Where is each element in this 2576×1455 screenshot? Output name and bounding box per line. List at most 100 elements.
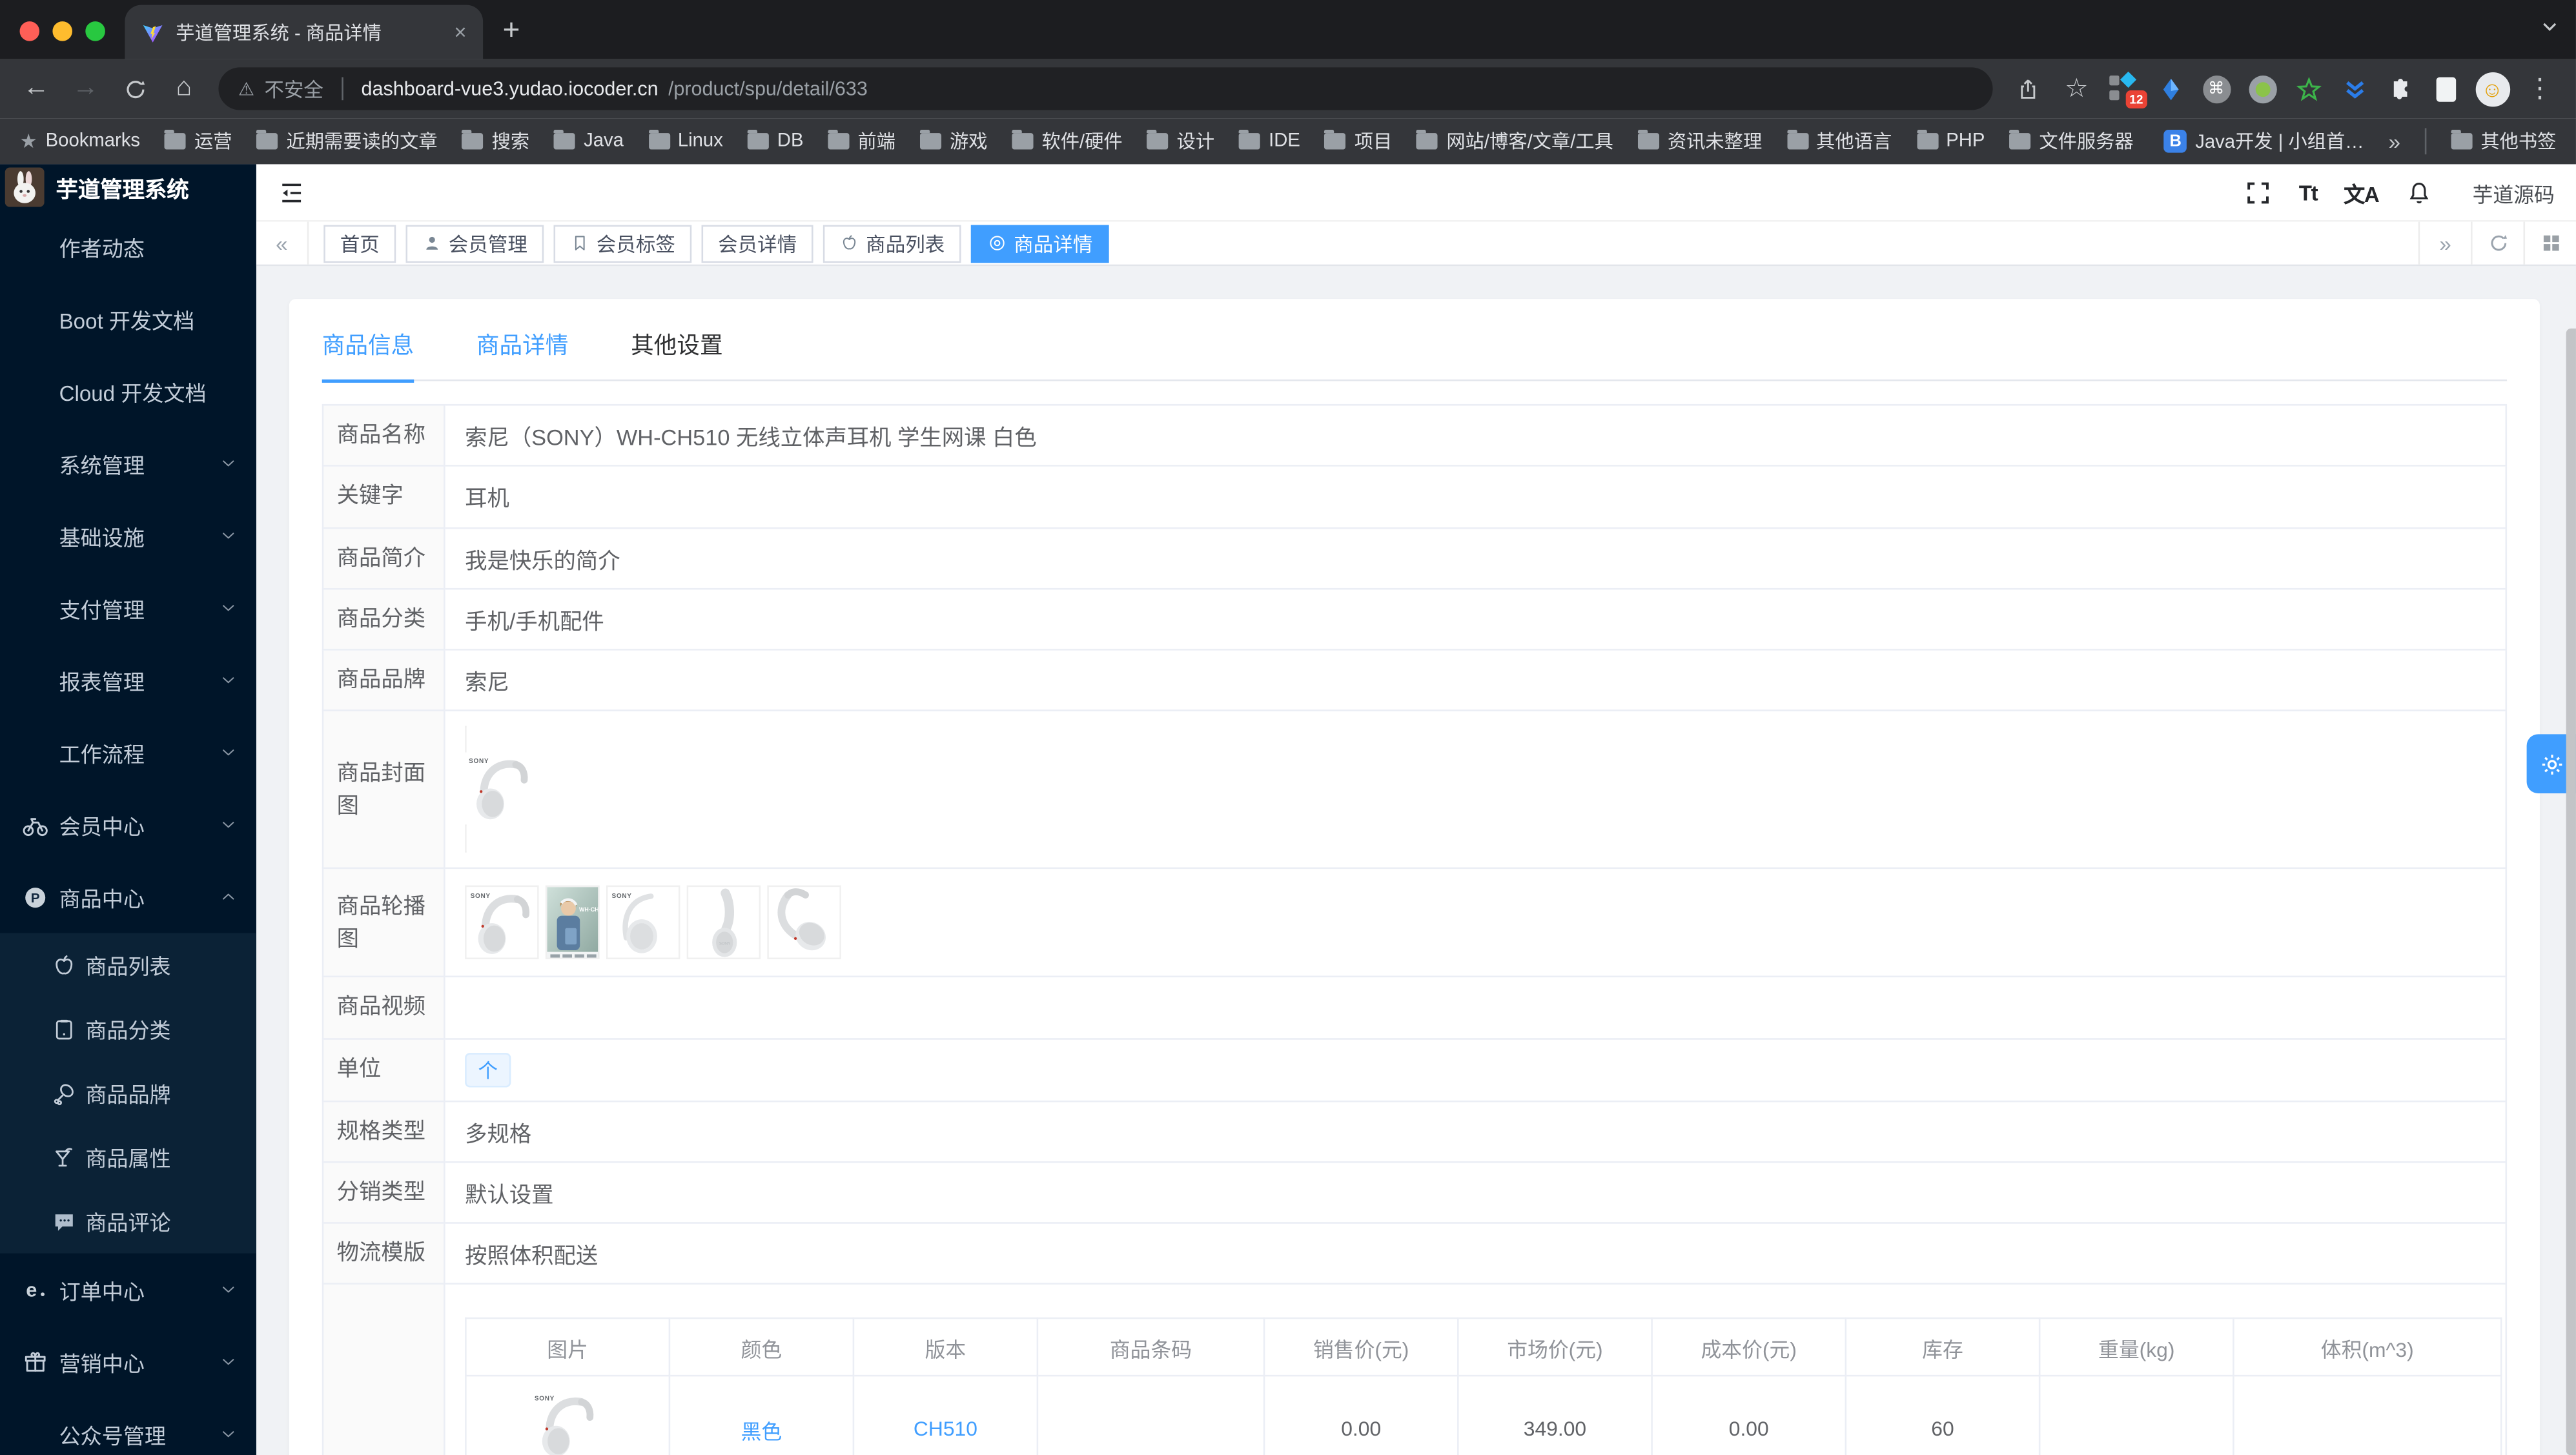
bookmark-folder[interactable]: 近期需要读的文章: [256, 128, 438, 154]
sidebar-item-boot-docs[interactable]: Boot 开发文档: [0, 283, 256, 355]
sidebar-item-product-category[interactable]: 商品分类: [0, 997, 256, 1061]
tags-scroll-right[interactable]: »: [2418, 221, 2471, 265]
bookmark-folder[interactable]: 其他语言: [1786, 128, 1892, 154]
minimize-window-button[interactable]: [52, 21, 72, 41]
sidebar-item-report[interactable]: 报表管理: [0, 644, 256, 716]
home-button[interactable]: ⌂: [163, 67, 205, 110]
sku-image-headphone[interactable]: SONY: [530, 1390, 605, 1455]
bookmark-folder[interactable]: DB: [748, 130, 804, 151]
close-window-button[interactable]: [19, 21, 40, 41]
sidebar-item-order[interactable]: e 订单中心: [0, 1254, 256, 1326]
sidebar-item-product-attr[interactable]: 商品属性: [0, 1125, 256, 1189]
bookmark-folder[interactable]: 设计: [1147, 128, 1214, 154]
tab-search-icon[interactable]: [2540, 16, 2560, 36]
tag-会员管理[interactable]: 会员管理: [405, 224, 544, 262]
bookmark-folder[interactable]: Java: [554, 130, 624, 151]
app-logo[interactable]: 芋道管理系统: [0, 164, 256, 210]
profile-avatar[interactable]: ☺: [2473, 67, 2512, 110]
bookmark-folder[interactable]: IDE: [1239, 130, 1300, 151]
page-content: 商品信息 商品详情 其他设置 商品名称 索尼（SONY）WH-CH510 无线立体声耳…: [256, 266, 2576, 1455]
product-cover-image[interactable]: SONY: [465, 726, 2486, 853]
bookmark-star-icon[interactable]: ☆: [2055, 67, 2098, 110]
detail-tab-其他设置[interactable]: 其他设置: [631, 329, 722, 380]
sidebar-item-mp[interactable]: 公众号管理: [0, 1398, 256, 1455]
menu-fold-icon[interactable]: [278, 178, 305, 206]
sku-version-link[interactable]: CH510: [914, 1418, 977, 1441]
forward-button[interactable]: →: [64, 67, 107, 110]
sidebar-item-product-list[interactable]: 商品列表: [0, 933, 256, 997]
extension-command-icon[interactable]: ⌘: [2196, 67, 2236, 110]
sidebar-item-pay[interactable]: 支付管理: [0, 572, 256, 644]
sidebar-item-author-news[interactable]: 作者动态: [0, 210, 256, 283]
extension-record-icon[interactable]: [2242, 67, 2282, 110]
bell-icon[interactable]: [2405, 178, 2433, 206]
bookmark-folder[interactable]: 前端: [828, 128, 895, 154]
font-size-icon[interactable]: Tt: [2299, 180, 2318, 205]
tab-close-icon[interactable]: ×: [454, 21, 466, 43]
tag-商品详情[interactable]: 商品详情: [971, 224, 1109, 262]
product-distribution: 默认设置: [444, 1161, 2508, 1224]
bookmark-folder[interactable]: 项目: [1325, 128, 1392, 154]
tags-scroll-left[interactable]: «: [256, 221, 309, 265]
reload-button[interactable]: [114, 67, 156, 110]
share-icon[interactable]: [2006, 67, 2049, 110]
tag-会员标签[interactable]: 会员标签: [553, 224, 692, 262]
new-tab-button[interactable]: +: [503, 15, 520, 45]
tag-商品列表[interactable]: 商品列表: [823, 224, 961, 262]
address-bar[interactable]: ⚠ 不安全 dashboard-vue3.yudao.iocoder.cn /p…: [218, 67, 1993, 110]
carousel-image-headphone-band[interactable]: SONY: [686, 886, 761, 960]
sidebar-item-marketing[interactable]: 营销中心: [0, 1325, 256, 1398]
product-descriptions: 商品名称 索尼（SONY）WH-CH510 无线立体声耳机 学生网课 白色 关键字…: [322, 403, 2508, 1455]
sku-color-link[interactable]: 黑色: [741, 1420, 782, 1443]
bookmarks-root[interactable]: ★ Bookmarks: [20, 130, 141, 153]
extension-kite-icon[interactable]: [2151, 67, 2190, 110]
extension-tasks-icon[interactable]: 12: [2105, 67, 2147, 110]
user-menu[interactable]: 芋道源码: [2473, 177, 2555, 208]
bookmark-folder-label: 近期需要读的文章: [286, 133, 438, 153]
sidebar-item-product-comment[interactable]: 商品评论: [0, 1189, 256, 1253]
sidebar-item-product[interactable]: P 商品中心: [0, 860, 256, 933]
bookmark-folder-label: PHP: [1946, 131, 1985, 152]
extensions-puzzle-icon[interactable]: [2380, 67, 2420, 110]
extension-star-icon[interactable]: [2289, 67, 2328, 110]
other-bookmarks[interactable]: 其他书签: [2451, 128, 2556, 154]
tag-会员详情[interactable]: 会员详情: [701, 224, 813, 262]
detail-tab-商品详情[interactable]: 商品详情: [476, 329, 568, 380]
tags-layout-grid-icon[interactable]: [2523, 221, 2576, 265]
browser-tab[interactable]: 芋道管理系统 - 商品详情 ×: [125, 5, 484, 59]
detail-tab-商品信息[interactable]: 商品信息: [322, 328, 414, 382]
carousel-image-headphone-front[interactable]: SONY: [465, 886, 539, 960]
bookmarks-overflow-chevron[interactable]: »: [2389, 129, 2400, 154]
sidebar-item-product-brand[interactable]: 商品品牌: [0, 1061, 256, 1125]
sidebar-item-system[interactable]: 系统管理: [0, 427, 256, 500]
bookmark-folder[interactable]: 运营: [165, 128, 232, 154]
carousel-image-headphone-side[interactable]: SONY: [606, 886, 680, 960]
back-button[interactable]: ←: [15, 67, 57, 110]
zoom-window-button[interactable]: [85, 21, 105, 41]
carousel-image-headphone-folded[interactable]: [767, 886, 841, 960]
sidebar-item-infra[interactable]: 基础设施: [0, 500, 256, 572]
carousel-image-poster[interactable]: WH-CH510: [545, 886, 600, 960]
tags-refresh-icon[interactable]: [2471, 221, 2523, 265]
extension-chevrons-icon[interactable]: [2335, 67, 2374, 110]
bookmark-folder[interactable]: 文件服务器: [2009, 128, 2134, 154]
bookmark-site[interactable]: B Java开发 | 小组首…: [2163, 128, 2364, 154]
sidebar-item-cloud-docs[interactable]: Cloud 开发文档: [0, 355, 256, 427]
bookmark-folder[interactable]: 网站/博客/文章/工具: [1416, 128, 1613, 154]
browser-scrollbar-thumb[interactable]: [2566, 328, 2576, 1455]
bookmark-icon: [570, 233, 590, 253]
bookmark-folder[interactable]: PHP: [1916, 130, 1985, 152]
tag-首页[interactable]: 首页: [323, 224, 396, 262]
fullscreen-icon[interactable]: [2245, 178, 2273, 206]
bookmark-folder[interactable]: 搜索: [462, 128, 529, 154]
bookmark-folder[interactable]: 游戏: [920, 128, 988, 154]
bookmark-folder[interactable]: 软件/硬件: [1012, 128, 1123, 154]
extension-panel-icon[interactable]: [2426, 67, 2466, 110]
bookmark-folder[interactable]: 资讯未整理: [1638, 128, 1762, 154]
bookmark-folder[interactable]: Linux: [648, 130, 723, 151]
browser-toolbar: ← → ⌂ ⚠ 不安全 dashboard-vue3.yudao.iocoder…: [0, 59, 2576, 119]
sidebar-item-workflow[interactable]: 工作流程: [0, 716, 256, 788]
sidebar-item-member[interactable]: 会员中心: [0, 788, 256, 860]
browser-menu-icon[interactable]: ⋮: [2519, 67, 2561, 110]
locale-icon[interactable]: 文A: [2344, 177, 2380, 208]
